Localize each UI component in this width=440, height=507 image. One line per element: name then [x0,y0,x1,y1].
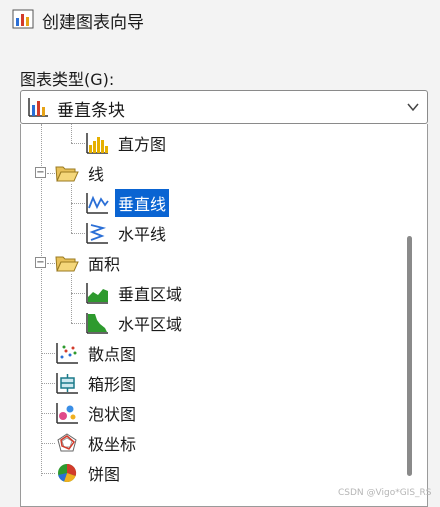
tree-item-scatter[interactable]: 散点图 [55,340,139,366]
tree-item-label: 垂直区域 [118,285,183,304]
tree-item-label: 泡状图 [88,405,137,424]
tree-item-bubble[interactable]: 泡状图 [55,400,139,426]
tree-item-label: 直方图 [118,135,167,154]
chart-type-tree[interactable]: − − 直方图 线 垂直线 水平线 面积 垂直区域 水平区域 散点图 箱形图 泡… [20,124,428,507]
tree-item-horizontal-area[interactable]: 水平区域 [85,310,185,336]
vertical-line-icon [86,193,109,214]
chart-type-combo[interactable]: 垂直条块 [20,90,428,124]
tree-connector [71,233,85,234]
tree-item-area[interactable]: 面积 [55,250,123,276]
tree-connector [41,473,55,474]
collapse-toggle-area[interactable]: − [35,257,46,268]
tree-item-label: 垂直线 [115,189,170,217]
box-plot-icon [56,373,78,394]
polar-icon [57,433,77,452]
tree-connector [47,173,55,174]
horizontal-area-icon [86,313,108,334]
chart-type-label: 图表类型(G): [20,70,115,89]
folder-open-icon [55,166,79,182]
tree-connector [41,383,55,384]
tree-item-vertical-area[interactable]: 垂直区域 [85,280,185,306]
tree-item-label: 水平区域 [118,315,183,334]
tree-item-pie[interactable]: 饼图 [55,460,123,486]
histogram-icon [86,133,108,154]
tree-item-label: 极坐标 [88,435,137,454]
folder-open-icon [55,256,79,272]
tree-connector [71,323,85,324]
chevron-down-icon[interactable] [405,100,421,114]
tree-item-label: 饼图 [88,465,121,484]
vertical-area-icon [86,283,108,304]
tree-connector [41,443,55,444]
tree-connector [71,124,72,143]
title-bar: 创建图表向导 [0,0,440,40]
tree-connector [71,143,85,144]
tree-item-box-plot[interactable]: 箱形图 [55,370,139,396]
pie-icon [58,463,77,483]
tree-connector [71,274,72,323]
bar-chart-icon [28,98,48,117]
combo-selected-value: 垂直条块 [57,101,125,121]
window-title: 创建图表向导 [42,13,144,33]
tree-item-label: 箱形图 [88,375,137,394]
tree-item-polar[interactable]: 极坐标 [55,430,139,456]
watermark: CSDN @Vigo*GIS_RS [338,488,432,498]
tree-connector [47,263,55,264]
tree-item-label: 面积 [88,255,121,274]
tree-item-label: 散点图 [88,345,137,364]
tree-connector [41,353,55,354]
collapse-toggle-line[interactable]: − [35,167,46,178]
tree-connector [71,184,72,233]
tree-item-histogram[interactable]: 直方图 [85,130,169,156]
tree-item-label: 水平线 [118,225,167,244]
tree-connector [71,293,85,294]
tree-item-line[interactable]: 线 [55,160,107,186]
horizontal-line-icon [86,223,108,244]
chart-wizard-icon [12,9,34,29]
tree-connector [71,203,85,204]
tree-connector [41,413,55,414]
tree-scrollbar[interactable] [407,236,412,476]
scatter-icon [56,343,78,364]
tree-item-horizontal-line[interactable]: 水平线 [85,220,169,246]
tree-item-label: 线 [88,165,105,184]
tree-item-vertical-line[interactable]: 垂直线 [85,189,170,217]
bubble-icon [56,403,78,424]
